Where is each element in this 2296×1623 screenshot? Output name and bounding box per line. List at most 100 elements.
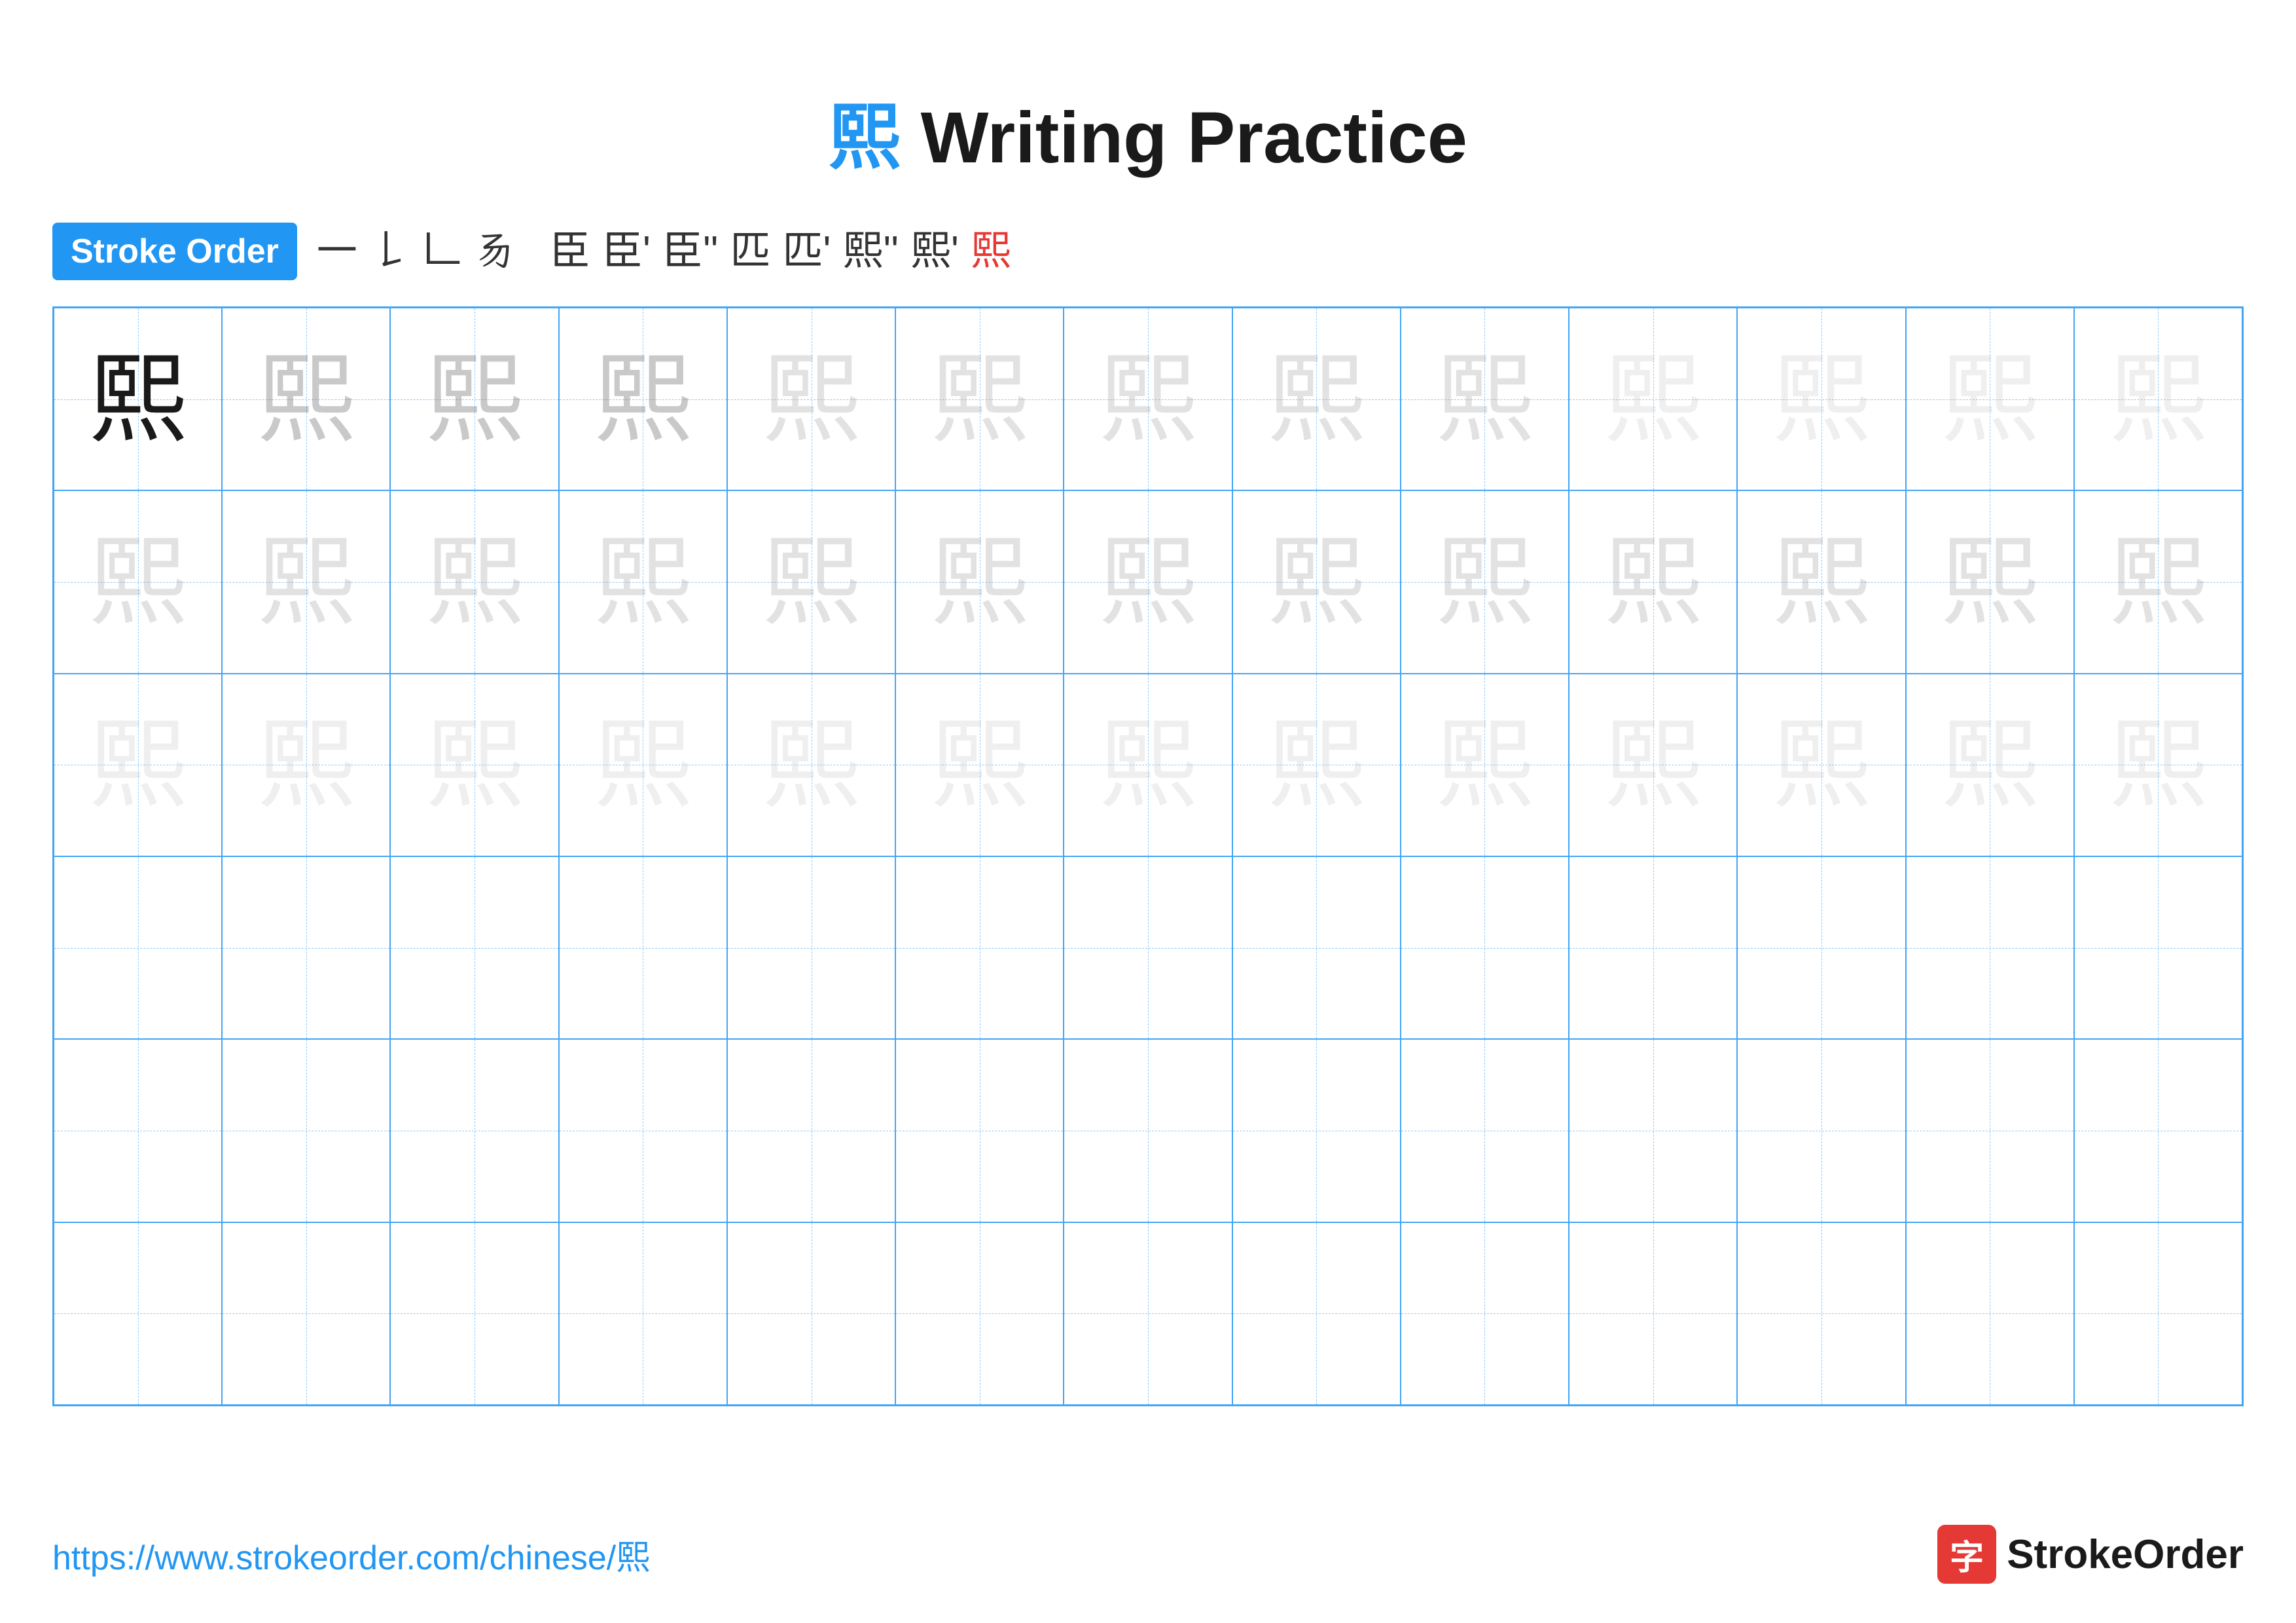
grid-cell[interactable]: 熙	[1906, 308, 2074, 490]
stroke-step-9: 臣''	[662, 231, 719, 272]
stroke-step-7: 臣	[550, 231, 590, 272]
title-label: Writing Practice	[921, 98, 1467, 178]
stroke-order-row: Stroke Order 一 𠄌 𠃊 𠃓 𠃞 𠃟 臣 臣' 臣'' 匹 匹' 熙…	[0, 223, 2296, 280]
grid-cell[interactable]	[895, 856, 1064, 1039]
grid-cell[interactable]: 熙	[895, 674, 1064, 856]
grid-cell[interactable]: 熙	[54, 308, 222, 490]
grid-cell[interactable]: 熙	[1401, 308, 1569, 490]
grid-cell[interactable]	[390, 1039, 558, 1222]
stroke-step-13: 熙'	[910, 231, 959, 272]
grid-cell[interactable]	[2074, 1039, 2242, 1222]
footer: https://www.strokeorder.com/chinese/熙 字 …	[52, 1525, 2244, 1584]
grid-cell[interactable]: 熙	[2074, 490, 2242, 673]
stroke-step-11: 匹'	[783, 231, 831, 272]
grid-cell[interactable]	[222, 1039, 390, 1222]
stroke-order-badge: Stroke Order	[52, 223, 297, 280]
grid-cell[interactable]: 熙	[1737, 490, 1905, 673]
grid-cell[interactable]	[1737, 1039, 1905, 1222]
grid-cell[interactable]	[1737, 1222, 1905, 1405]
grid-cell[interactable]	[54, 1039, 222, 1222]
grid-cell[interactable]	[1232, 1222, 1401, 1405]
grid-cell[interactable]	[222, 1222, 390, 1405]
stroke-step-4: 𠃓	[474, 231, 514, 272]
grid-cell[interactable]: 熙	[390, 308, 558, 490]
grid-cell[interactable]: 熙	[895, 490, 1064, 673]
stroke-step-3: 𠃊	[422, 231, 462, 272]
grid-cell[interactable]: 熙	[1906, 490, 2074, 673]
grid-cell[interactable]: 熙	[390, 674, 558, 856]
grid-cell[interactable]: 熙	[2074, 308, 2242, 490]
grid-cell[interactable]	[1906, 1039, 2074, 1222]
grid-cell[interactable]: 熙	[727, 674, 895, 856]
grid-cell[interactable]	[1906, 856, 2074, 1039]
practice-grid: 熙熙熙熙熙熙熙熙熙熙熙熙熙熙熙熙熙熙熙熙熙熙熙熙熙熙熙熙熙熙熙熙熙熙熙熙熙熙熙	[52, 306, 2244, 1406]
grid-cell[interactable]	[1737, 856, 1905, 1039]
grid-cell[interactable]: 熙	[222, 674, 390, 856]
grid-cell[interactable]: 熙	[1064, 308, 1232, 490]
grid-cell[interactable]	[2074, 856, 2242, 1039]
grid-cell[interactable]	[559, 1039, 727, 1222]
grid-cell[interactable]: 熙	[727, 490, 895, 673]
grid-cell[interactable]	[1569, 1039, 1737, 1222]
grid-cell[interactable]	[54, 1222, 222, 1405]
grid-cell[interactable]: 熙	[727, 308, 895, 490]
grid-cell[interactable]: 熙	[1737, 674, 1905, 856]
grid-cell[interactable]: 熙	[2074, 674, 2242, 856]
grid-cell[interactable]	[1232, 1039, 1401, 1222]
grid-cell[interactable]	[1569, 1222, 1737, 1405]
footer-logo: 字 StrokeOrder	[1937, 1525, 2244, 1584]
grid-cell[interactable]	[1569, 856, 1737, 1039]
stroke-step-2: 𠄌	[369, 231, 410, 272]
grid-cell[interactable]: 熙	[1232, 674, 1401, 856]
grid-cell[interactable]: 熙	[222, 308, 390, 490]
grid-cell[interactable]: 熙	[1232, 490, 1401, 673]
grid-cell[interactable]	[895, 1222, 1064, 1405]
grid-cell[interactable]: 熙	[895, 308, 1064, 490]
footer-url[interactable]: https://www.strokeorder.com/chinese/熙	[52, 1530, 650, 1579]
grid-cell[interactable]	[1064, 856, 1232, 1039]
grid-cell[interactable]: 熙	[54, 674, 222, 856]
grid-cell[interactable]: 熙	[1737, 308, 1905, 490]
grid-cell[interactable]	[222, 856, 390, 1039]
logo-icon: 字	[1937, 1525, 1996, 1584]
grid-cell[interactable]: 熙	[390, 490, 558, 673]
grid-cell[interactable]	[727, 1039, 895, 1222]
grid-cell[interactable]	[390, 1222, 558, 1405]
grid-cell[interactable]: 熙	[1569, 674, 1737, 856]
grid-cell[interactable]: 熙	[1064, 490, 1232, 673]
grid-cell[interactable]: 熙	[1401, 674, 1569, 856]
grid-cell[interactable]	[54, 856, 222, 1039]
grid-cell[interactable]: 熙	[559, 490, 727, 673]
grid-cell[interactable]: 熙	[559, 308, 727, 490]
grid-cell[interactable]	[559, 856, 727, 1039]
stroke-step-14: 熙	[971, 231, 1011, 272]
stroke-step-1: 一	[317, 231, 357, 272]
title-character: 熙	[829, 98, 901, 178]
grid-cell[interactable]	[390, 856, 558, 1039]
grid-cell[interactable]	[2074, 1222, 2242, 1405]
grid-cell[interactable]	[1401, 1039, 1569, 1222]
grid-cell[interactable]: 熙	[1232, 308, 1401, 490]
grid-cell[interactable]: 熙	[1906, 674, 2074, 856]
stroke-step-10: 匹	[730, 231, 771, 272]
grid-cell[interactable]	[727, 1222, 895, 1405]
grid-cell[interactable]	[1401, 1222, 1569, 1405]
grid-cell[interactable]: 熙	[1401, 490, 1569, 673]
stroke-step-8: 臣'	[602, 231, 651, 272]
grid-cell[interactable]: 熙	[1064, 674, 1232, 856]
grid-cell[interactable]	[1906, 1222, 2074, 1405]
grid-cell[interactable]	[895, 1039, 1064, 1222]
grid-cell[interactable]	[1232, 856, 1401, 1039]
grid-cell[interactable]: 熙	[1569, 490, 1737, 673]
logo-text: StrokeOrder	[2007, 1531, 2244, 1578]
grid-cell[interactable]	[1401, 856, 1569, 1039]
stroke-step-12: 熙''	[842, 231, 899, 272]
grid-cell[interactable]	[727, 856, 895, 1039]
grid-cell[interactable]: 熙	[1569, 308, 1737, 490]
grid-cell[interactable]	[1064, 1222, 1232, 1405]
grid-cell[interactable]	[559, 1222, 727, 1405]
grid-cell[interactable]: 熙	[54, 490, 222, 673]
grid-cell[interactable]: 熙	[559, 674, 727, 856]
grid-cell[interactable]: 熙	[222, 490, 390, 673]
grid-cell[interactable]	[1064, 1039, 1232, 1222]
